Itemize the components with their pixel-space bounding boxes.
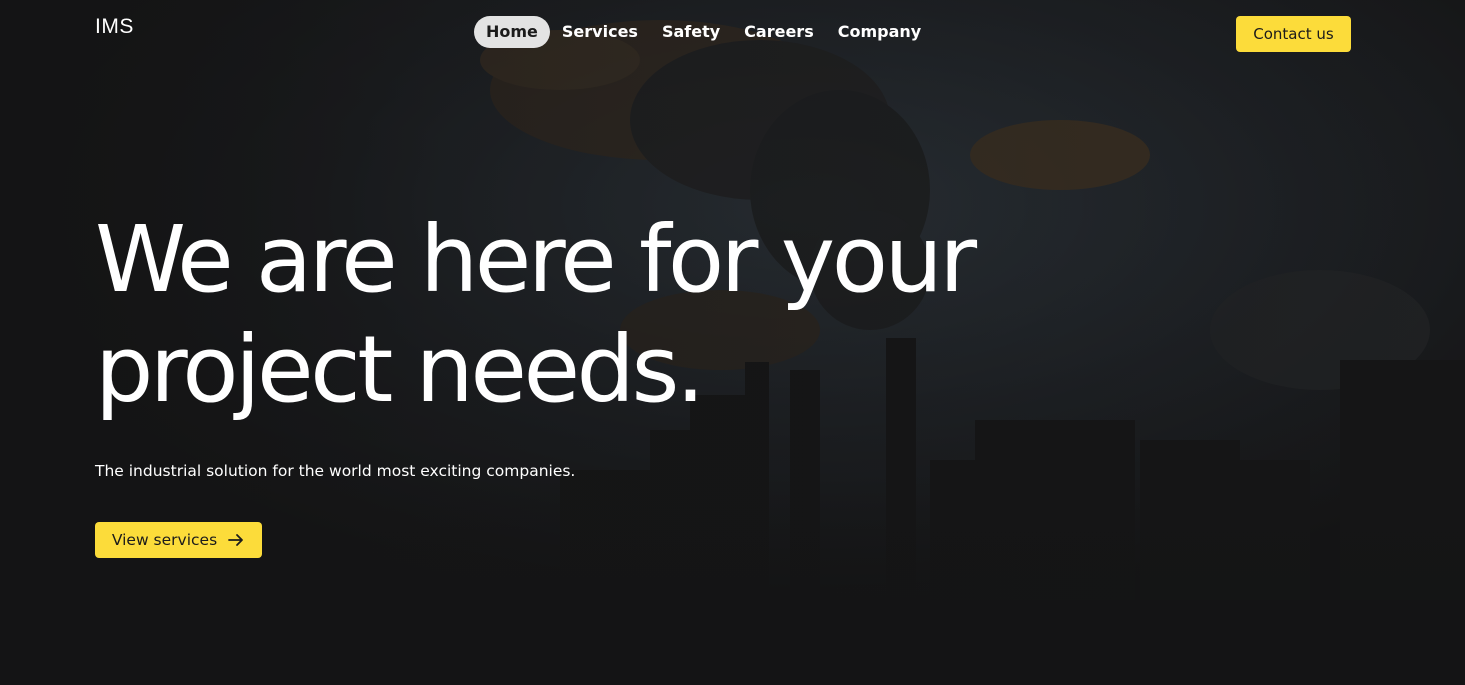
nav-item-safety[interactable]: Safety	[650, 16, 732, 48]
view-services-label: View services	[111, 531, 218, 549]
brand-logo[interactable]: IMS	[95, 15, 134, 39]
arrow-right-icon	[227, 531, 245, 549]
hero-subtitle: The industrial solution for the world mo…	[95, 462, 576, 480]
main-nav: Home Services Safety Careers Company	[474, 16, 933, 48]
hero-headline-line2: project needs.	[95, 316, 705, 423]
hero-headline-line1: We are here for your	[95, 206, 977, 313]
hero-headline: We are here for your project needs.	[95, 205, 995, 425]
nav-item-home[interactable]: Home	[474, 16, 550, 48]
nav-item-careers[interactable]: Careers	[732, 16, 826, 48]
nav-item-services[interactable]: Services	[550, 16, 650, 48]
nav-item-company[interactable]: Company	[826, 16, 933, 48]
view-services-button[interactable]: View services	[95, 522, 262, 558]
contact-us-button[interactable]: Contact us	[1236, 16, 1351, 52]
hero-section: IMS Home Services Safety Careers Company…	[0, 0, 1465, 685]
